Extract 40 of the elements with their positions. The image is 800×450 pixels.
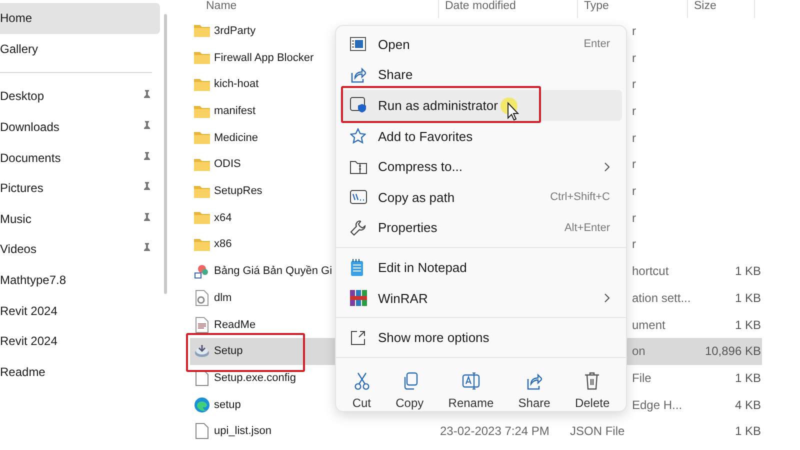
file-size: 1 KB <box>734 318 761 332</box>
file-type: on <box>632 344 646 358</box>
file-name: Setup <box>214 345 243 358</box>
file-size: 1 KB <box>734 370 761 385</box>
file-name: manifest <box>214 105 256 117</box>
file-size: 1 KB <box>734 290 761 305</box>
file-name: SetupRes <box>214 185 262 198</box>
file-name: Medicine <box>214 132 258 144</box>
file-type: r <box>632 50 636 65</box>
file-type: File <box>632 370 652 385</box>
file-type: hortcut <box>632 264 669 278</box>
file-type: JSON File <box>570 424 625 438</box>
file-name: upi_list.json <box>214 425 272 438</box>
file-type: r <box>632 184 636 198</box>
file-type: r <box>632 104 636 118</box>
file-type: ation sett... <box>632 290 691 305</box>
file-type: Edge H... <box>632 398 682 412</box>
file-type: r <box>632 157 636 172</box>
file-name: Setup.exe.config <box>214 372 296 384</box>
file-name: ReadMe <box>214 318 256 330</box>
file-size: 1 KB <box>734 424 761 438</box>
file-name: Bảng Giá Bản Quyền Gi <box>214 265 332 278</box>
file-name: setup <box>214 398 241 411</box>
file-name: 3rdParty <box>214 24 256 37</box>
file-size: 10,896 KB <box>704 344 761 358</box>
file-name: x86 <box>214 238 232 250</box>
file-type: ument <box>632 318 666 332</box>
file-size: 1 KB <box>734 264 761 278</box>
file-name: kich-hoat <box>214 78 259 90</box>
file-name: ODIS <box>214 158 241 170</box>
file-type: r <box>632 210 636 225</box>
file-type: r <box>632 24 636 38</box>
file-size: 4 KB <box>734 398 761 412</box>
file-type: r <box>632 130 636 145</box>
file-name: Firewall App Blocker <box>214 52 314 64</box>
file-name: x64 <box>214 212 232 224</box>
file-type: r <box>632 77 636 92</box>
date-modified: 23-02-2023 7:24 PM <box>440 424 550 438</box>
file-name: dlm <box>214 292 232 304</box>
file-type: r <box>632 237 636 252</box>
